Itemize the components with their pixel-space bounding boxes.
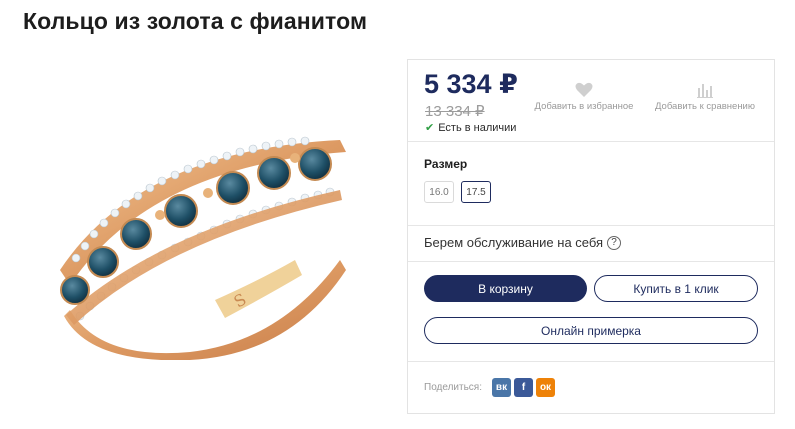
stock-status: ✔ Есть в наличии	[425, 121, 517, 135]
facebook-icon[interactable]: f	[514, 378, 533, 397]
purchase-buttons: В корзину Купить в 1 клик Онлайн примерк…	[408, 262, 774, 362]
current-price: 5 334 ₽	[424, 69, 518, 99]
compare-label: Добавить к сравнению	[655, 101, 755, 112]
price-block: 5 334 ₽ 13 334 ₽ ✔ Есть в наличии Добави…	[408, 60, 774, 142]
size-option-selected[interactable]: 17.5	[461, 181, 491, 203]
purchase-card: 5 334 ₽ 13 334 ₽ ✔ Есть в наличии Добави…	[407, 59, 775, 414]
size-title: Размер	[424, 157, 468, 171]
check-icon: ✔	[425, 122, 435, 134]
heart-icon	[575, 82, 593, 97]
ring-illustration: S	[60, 136, 346, 361]
service-text: Берем обслуживание на себя	[424, 235, 604, 250]
odnoklassniki-icon[interactable]: ок	[536, 378, 555, 397]
product-title: Кольцо из золота с фианитом	[23, 8, 368, 34]
add-to-compare-button[interactable]: Добавить к сравнению	[645, 82, 765, 112]
service-info: Берем обслуживание на себя ?	[408, 226, 774, 262]
favorites-label: Добавить в избранное	[534, 101, 634, 112]
size-selector: Размер 16.0 17.5	[408, 142, 774, 226]
size-option[interactable]: 16.0	[424, 181, 454, 203]
share-label: Поделиться:	[424, 382, 482, 393]
old-price: 13 334 ₽	[425, 103, 485, 120]
online-fitting-button[interactable]: Онлайн примерка	[424, 317, 758, 344]
add-to-favorites-button[interactable]: Добавить в избранное	[524, 82, 644, 112]
help-icon[interactable]: ?	[607, 235, 622, 250]
add-to-cart-button[interactable]: В корзину	[424, 275, 587, 302]
compare-chart-icon	[697, 84, 713, 98]
share-block: Поделиться: вк f ок	[424, 378, 558, 397]
vk-icon[interactable]: вк	[492, 378, 511, 397]
buy-one-click-button[interactable]: Купить в 1 клик	[594, 275, 758, 302]
stock-text: Есть в наличии	[438, 121, 517, 134]
product-image[interactable]: S	[40, 120, 380, 361]
